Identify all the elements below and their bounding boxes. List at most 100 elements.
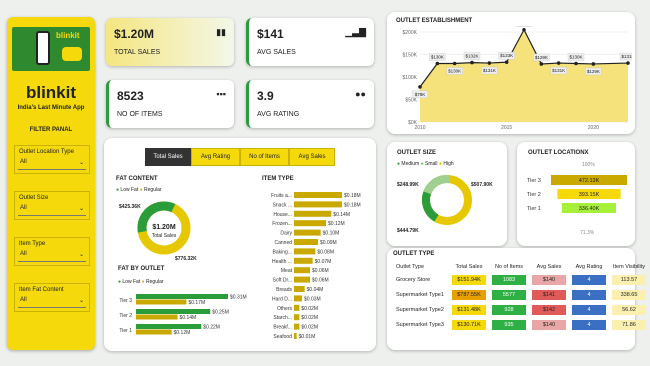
tab-no-of-items[interactable]: No of Items <box>240 148 289 166</box>
brand-name: blinkit <box>25 83 77 102</box>
outlet-size-label-small: $248.99K <box>397 182 419 188</box>
bar-value-label: $0.03M <box>304 296 321 302</box>
y-tick-label: $50K <box>405 98 417 104</box>
data-label-box <box>515 26 533 27</box>
tab-avg-rating[interactable]: Avg Rating <box>191 148 240 166</box>
tier-label: Tier 3 <box>119 298 132 304</box>
filter-label: Outlet Size <box>19 195 49 201</box>
donut-regular-label: $425.36K <box>119 204 141 210</box>
outlet-type-cell: Supermarket Type1 <box>396 292 444 298</box>
bar-value-label: $0.14M <box>180 315 197 321</box>
area-fill <box>420 29 628 122</box>
item-type-bar <box>294 229 321 236</box>
tier-label: Tier 2 <box>527 192 541 198</box>
bar-value-label: $0.12M <box>328 221 345 227</box>
data-label: $78K <box>415 92 426 97</box>
column-header: Total Sales <box>455 264 483 270</box>
data-point <box>470 60 474 65</box>
funnel-top-pct: 100% <box>582 162 595 168</box>
bar-category-label: Health ... <box>272 259 292 265</box>
bar-chart-icon: ▁▃▇ <box>345 27 366 37</box>
item-type-bar <box>294 276 310 283</box>
kpi-label: NO OF ITEMS <box>117 111 163 118</box>
bar-value-label: $0.18M <box>344 193 361 199</box>
outlet-type-table: Outlet Type Total Sales No of Items Avg … <box>392 260 650 334</box>
filter-dropdown[interactable]: All ⌄ <box>18 251 86 262</box>
item-type-bar <box>294 201 342 208</box>
bar-value-label: $0.02M <box>301 315 318 321</box>
avg-sales-cell: $140 <box>532 320 566 330</box>
visibility-cell: 338.65 <box>612 290 646 300</box>
bar-value-label: $0.04M <box>307 287 324 293</box>
fat-outlet-bar <box>136 314 178 320</box>
items-cell: 935 <box>492 320 526 330</box>
kpi-avg-rating: 3.9 AVG RATING ●● <box>246 80 374 128</box>
kpi-value: 3.9 <box>257 89 274 103</box>
bar-category-label: Frozen... <box>272 221 292 227</box>
column-header: Outlet Type <box>396 264 425 270</box>
item-type-bar <box>294 304 300 311</box>
total-sales-cell: $130.71K <box>452 320 486 330</box>
outlet-location-title: OUTLET LOCATIONX <box>528 150 589 156</box>
fat-content-legend: ● Low Fat ● Regular <box>116 187 162 193</box>
kpi-label: TOTAL SALES <box>114 49 161 56</box>
data-label: $130K <box>569 55 582 60</box>
items-cell: 928 <box>492 305 526 315</box>
donut-total-value: $1.20M <box>152 224 176 231</box>
filter-dropdown[interactable]: All ⌄ <box>18 297 86 308</box>
avg-sales-cell: $141 <box>532 290 566 300</box>
outlet-type-cell: Grocery Store <box>396 277 431 283</box>
x-tick-label: 2020 <box>588 125 599 130</box>
data-label: $130K <box>448 69 461 74</box>
item-type-bar <box>294 248 316 255</box>
column-header: Item Visibility <box>613 264 645 270</box>
outlet-type-title: OUTLET TYPE <box>393 251 435 257</box>
bar-value-label: $0.09M <box>320 240 337 246</box>
filter-dropdown[interactable]: All ⌄ <box>18 159 86 170</box>
bar-category-label: Baking... <box>273 249 292 255</box>
data-label: $131K <box>621 54 632 59</box>
brand-logo-text: blinkit <box>56 31 80 40</box>
table-row: Supermarket Type3 $130.71K 935 $140 4 71… <box>394 319 648 331</box>
kpi-avg-sales: $141 AVG SALES ▁▃▇ <box>246 18 374 66</box>
outlet-establishment-chart: $200K$150K$100K$50K$0K$78K$130K$130K$132… <box>403 26 632 130</box>
filter-item-fat-content: Item Fat Content All ⌄ <box>14 283 90 312</box>
avg-sales-cell: $142 <box>532 305 566 315</box>
boxes-icon: ▪▪▪ <box>216 89 226 99</box>
item-type-bar <box>294 257 313 264</box>
bar-value-label: $0.01M <box>299 334 316 340</box>
table-row: Grocery Store $151.94K 1083 $140 4 113.5… <box>394 274 648 286</box>
table-header-row: Outlet Type Total Sales No of Items Avg … <box>394 263 648 271</box>
bar-category-label: House... <box>273 212 292 218</box>
outlet-type-cell: Supermarket Type3 <box>396 322 444 328</box>
column-header: No of Items <box>494 264 524 270</box>
tier-label: Tier 2 <box>119 313 132 319</box>
total-sales-cell: $131.48K <box>452 305 486 315</box>
kpi-label: AVG RATING <box>257 111 300 118</box>
tier-label: Tier 3 <box>527 178 541 184</box>
tab-total-sales[interactable]: Total Sales <box>145 148 191 166</box>
bar-value-label: $0.08M <box>317 249 334 255</box>
bar-value-label: $0.06M <box>312 268 329 274</box>
tier-label: Tier 1 <box>527 206 541 212</box>
bar-value-label: $0.31M <box>230 295 247 301</box>
y-tick-label: $100K <box>403 75 418 81</box>
bar-value-label: $0.25M <box>212 310 229 316</box>
fat-outlet-bar <box>136 324 202 329</box>
fat-outlet-bar <box>136 309 211 314</box>
item-type-bar <box>294 210 332 217</box>
data-point <box>626 61 630 65</box>
visibility-cell: 113.57 <box>612 275 646 285</box>
fat-by-outlet-legend: ● Low Fat ● Regular <box>118 279 164 285</box>
filter-label: Item Fat Content <box>19 287 64 293</box>
data-point <box>556 61 561 65</box>
donut-low-fat-label: $776.32K <box>175 256 197 262</box>
chevron-down-icon: ⌄ <box>78 160 84 166</box>
filter-dropdown[interactable]: All ⌄ <box>18 205 86 216</box>
bar-value-label: $0.02M <box>301 325 318 331</box>
outlet-establishment-title: OUTLET ESTABLISHMENT <box>396 18 473 24</box>
item-type-bar <box>294 295 302 302</box>
outlet-type-cell: Supermarket Type2 <box>396 307 444 313</box>
tab-avg-sales[interactable]: Avg Sales <box>289 148 335 166</box>
data-label: $133K <box>500 53 513 58</box>
